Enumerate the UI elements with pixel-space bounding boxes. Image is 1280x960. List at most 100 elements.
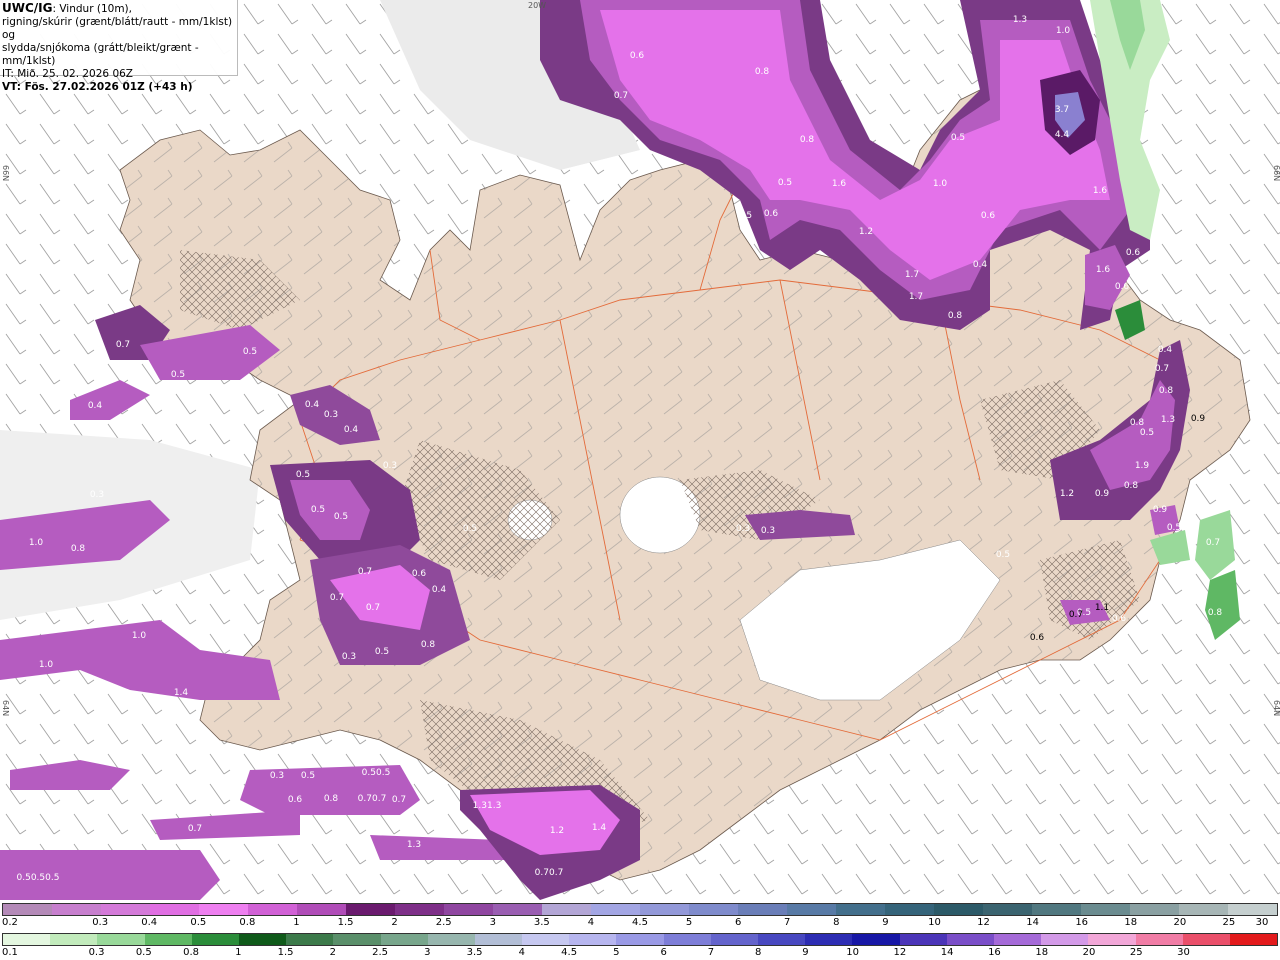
precip-value: 0.7 bbox=[1155, 364, 1169, 374]
lat-label: 66N bbox=[1, 165, 10, 181]
legend-swatch bbox=[238, 934, 287, 945]
precip-value: 1.2 bbox=[859, 227, 873, 237]
title-line1: : Vindur (10m), bbox=[52, 3, 132, 15]
legend-swatch bbox=[787, 904, 836, 915]
legend-label: 2 bbox=[329, 947, 336, 958]
legend-swatch bbox=[191, 934, 239, 945]
precip-value: 0.5 bbox=[996, 550, 1010, 560]
legend-label: 0.4 bbox=[141, 917, 158, 928]
precip-value: 0.7 bbox=[116, 340, 130, 350]
legend-swatch bbox=[1228, 904, 1277, 915]
precip-value: 0.8 bbox=[1159, 386, 1174, 396]
lat-label: 64N bbox=[1, 700, 10, 716]
legend-label: 4 bbox=[518, 947, 526, 958]
precip-value: 0.4 bbox=[432, 585, 447, 595]
legend-swatch bbox=[710, 934, 758, 945]
legend-swatch bbox=[3, 904, 52, 915]
legend-label: 3.5 bbox=[466, 947, 483, 958]
legend-swatch bbox=[993, 934, 1042, 945]
legend-swatch bbox=[346, 904, 395, 915]
precip-value: 1.1 bbox=[1095, 603, 1109, 613]
precip-value: 0.5 bbox=[951, 133, 965, 143]
legend-swatch bbox=[493, 904, 542, 915]
precip-value: 1.0 bbox=[1056, 26, 1071, 36]
precip-value: 0.5 bbox=[463, 524, 477, 534]
legend-swatch bbox=[805, 934, 853, 945]
precip-value: 0.8 bbox=[948, 311, 963, 321]
precip-value: 0.6 bbox=[1030, 633, 1045, 643]
legend-swatch bbox=[899, 934, 947, 945]
precip-value: 0.5 bbox=[311, 505, 325, 515]
legend-swatch bbox=[738, 904, 787, 915]
legend-swatch bbox=[1229, 934, 1278, 945]
precip-value: 0.9 bbox=[1153, 505, 1168, 515]
lat-label: 66N bbox=[1272, 165, 1280, 181]
precip-value: 0.6 bbox=[412, 569, 427, 579]
legend-swatch bbox=[569, 934, 617, 945]
rain-legend-row: 0.1 0.3 0.5 0.8 1 1.5 2 2.5 3 3.5 4 4.5 5 6 7 8 9 10 12 14 1… bbox=[0, 930, 1280, 960]
legend-label: 7 bbox=[784, 917, 791, 928]
precip-value: 0.5 bbox=[301, 771, 315, 781]
precip-value: 1.2 bbox=[550, 826, 564, 836]
legend-label: 8 bbox=[754, 947, 762, 958]
legend-swatch bbox=[286, 934, 334, 945]
precip-value: 0.9 bbox=[1191, 414, 1206, 424]
precip-value: 0.7 bbox=[366, 603, 380, 613]
legend-label: 10 bbox=[928, 917, 941, 928]
legend-swatch bbox=[1041, 934, 1089, 945]
precip-value: 0.6 bbox=[981, 211, 996, 221]
legend-label: 1 bbox=[235, 947, 242, 958]
rain-color-bar bbox=[2, 933, 1278, 946]
legend-label: 18 bbox=[1124, 917, 1138, 928]
legend-label: 20 bbox=[1173, 917, 1187, 928]
legend-label: 0.2 bbox=[2, 917, 18, 928]
legend-label: 2.5 bbox=[372, 947, 389, 958]
precip-value: 0.5 bbox=[1140, 428, 1154, 438]
legend-label: 12 bbox=[893, 947, 907, 958]
legend-label: 30 bbox=[1255, 917, 1269, 928]
precip-value: 0.5 bbox=[243, 347, 257, 357]
precip-value: 1.6 bbox=[832, 179, 847, 189]
precip-value: 0.6 bbox=[630, 51, 645, 61]
precip-value: 0.9 bbox=[1095, 489, 1110, 499]
precip-value: 0.8 bbox=[1208, 608, 1223, 618]
precip-value: 1.6 bbox=[1096, 265, 1111, 275]
precip-value: 0.4 bbox=[973, 260, 988, 270]
legend-swatch bbox=[591, 904, 640, 915]
legend-label: 9 bbox=[802, 947, 809, 958]
precip-value: 0.7 bbox=[188, 824, 202, 834]
precip-value: 0.3 bbox=[761, 526, 775, 536]
legend-label: 3 bbox=[424, 947, 431, 958]
legend-label: 6 bbox=[734, 917, 742, 928]
precip-value: 1.3 bbox=[407, 840, 421, 850]
precip-value: 0.3 bbox=[342, 652, 356, 662]
precip-value: 0.8 bbox=[324, 794, 339, 804]
legend-swatch bbox=[297, 904, 346, 915]
legend-label: 0.8 bbox=[183, 947, 199, 958]
legend-label: 4.5 bbox=[632, 917, 648, 928]
legend-swatch bbox=[1088, 934, 1136, 945]
legend-label: 1 bbox=[293, 917, 300, 928]
precip-value: 0.5 bbox=[778, 178, 792, 188]
snow-legend-row: 0.2 0.3 0.4 0.5 0.8 1 1.5 2 2.5 3 3.5 4 4.5 5 6 7 8 9 10 12… bbox=[0, 900, 1280, 930]
valid-time: VT: Fös. 27.02.2026 01Z (+43 h) bbox=[2, 81, 193, 93]
legend-label: 1.5 bbox=[337, 917, 354, 928]
precip-value: 1.4 bbox=[174, 688, 189, 698]
legend-swatch bbox=[946, 934, 994, 945]
legend-swatch bbox=[427, 934, 475, 945]
precip-value: 0.5 bbox=[375, 647, 389, 657]
precip-value: 1.7 bbox=[905, 270, 919, 280]
legend-swatch bbox=[1135, 934, 1183, 945]
precip-value: 0.5 bbox=[296, 470, 310, 480]
precip-value: 1.0 bbox=[39, 660, 54, 670]
legend-label: 16 bbox=[1075, 917, 1089, 928]
legend-label: 16 bbox=[988, 947, 1001, 958]
color-legend: 0.2 0.3 0.4 0.5 0.8 1 1.5 2 2.5 3 3.5 4 4.5 5 6 7 8 9 10 12… bbox=[0, 900, 1280, 960]
weather-map: 66N 64N 66N 64N 20W 0.6 0.7 0.8 1.3 1.0 3.7 4.… bbox=[0, 0, 1280, 900]
legend-swatch bbox=[1032, 904, 1081, 915]
precip-value: 0.8 bbox=[755, 67, 770, 77]
legend-label: 0.5 bbox=[135, 947, 152, 958]
precip-value: 0.8 bbox=[800, 135, 815, 145]
legend-swatch bbox=[616, 934, 664, 945]
precip-value: 0.3 bbox=[736, 524, 750, 534]
